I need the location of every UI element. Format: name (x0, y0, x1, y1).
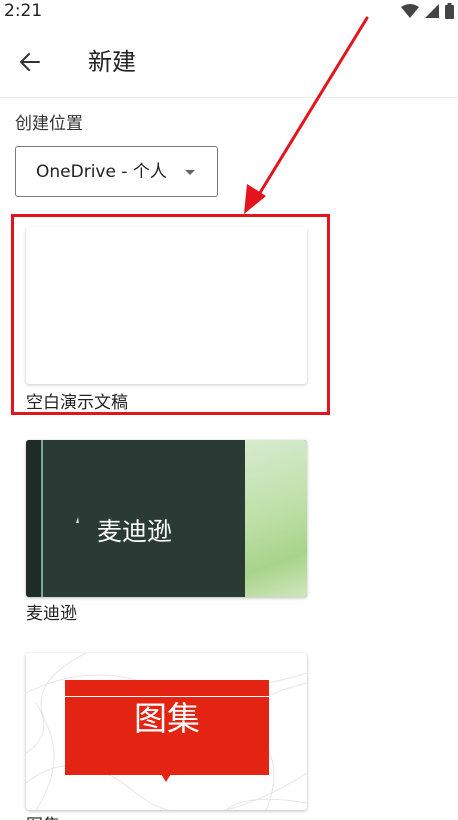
template-album[interactable]: 图集 图集 (26, 653, 307, 820)
location-dropdown[interactable]: OneDrive - 个人 (15, 146, 218, 197)
thumbnail-stripe (26, 440, 41, 597)
thumbnail-title: 图集 (134, 699, 200, 738)
battery-icon (445, 3, 454, 19)
wifi-icon (401, 4, 419, 18)
thumbnail-green-panel (245, 440, 307, 597)
thumbnail-accent-mark (75, 517, 82, 523)
thumbnail-divider (41, 440, 43, 597)
cell-signal-icon (425, 4, 439, 18)
template-name: 麦迪逊 (26, 604, 77, 624)
arrow-left-icon (20, 53, 40, 71)
template-thumbnail: 图集 (26, 653, 307, 810)
status-time: 2:21 (4, 1, 43, 21)
annotation-highlight-box (11, 214, 330, 415)
caret-down-icon (185, 170, 195, 175)
status-icons (401, 2, 454, 20)
page-title: 新建 (88, 48, 136, 76)
app-bar: 新建 (0, 28, 458, 98)
template-madison[interactable]: 麦迪逊 麦迪逊 (26, 440, 307, 630)
thumbnail-banner-notch (161, 774, 171, 782)
location-label: 创建位置 (15, 114, 83, 134)
thumbnail-banner-line (65, 696, 269, 697)
back-button[interactable] (10, 44, 50, 80)
status-bar: 2:21 (0, 0, 458, 24)
template-thumbnail: 麦迪逊 (26, 440, 307, 597)
location-selected-value: OneDrive - 个人 (36, 162, 167, 182)
template-name: 图集 (26, 815, 60, 820)
thumbnail-title: 麦迪逊 (97, 517, 173, 546)
